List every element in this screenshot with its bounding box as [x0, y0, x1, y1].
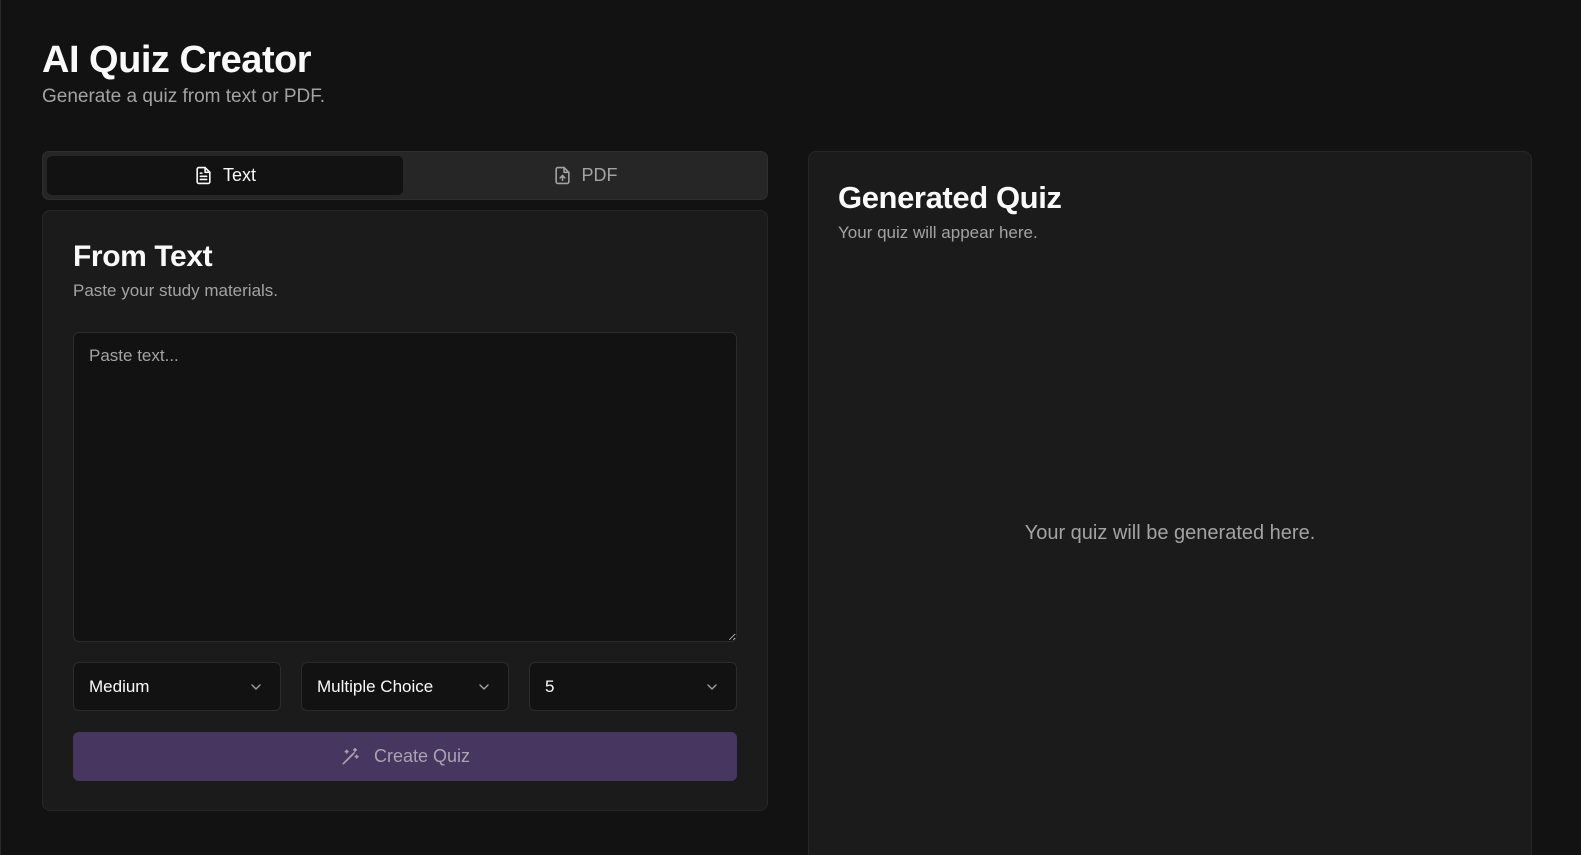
- result-title: Generated Quiz: [838, 180, 1062, 215]
- chevron-down-icon: [251, 683, 261, 690]
- question-count-value: 5: [545, 676, 555, 696]
- generated-quiz-card: Generated Quiz Your quiz will appear her…: [808, 151, 1532, 855]
- result-description: Your quiz will appear here.: [838, 223, 1038, 242]
- magic-wand-icon: [342, 747, 359, 764]
- quiz-options: Medium Multiple Choice 5: [73, 662, 737, 711]
- difficulty-select[interactable]: Medium: [73, 662, 281, 711]
- input-panel: Text PDF From Text Paste your study mate…: [42, 151, 768, 811]
- text-source-card: From Text Paste your study materials. Me…: [42, 210, 768, 811]
- file-upload-icon: [554, 166, 570, 185]
- tab-text-label: Text: [222, 165, 256, 185]
- tab-pdf[interactable]: PDF: [407, 156, 763, 195]
- app-page: AI Quiz Creator Generate a quiz from tex…: [0, 0, 1581, 855]
- tab-pdf-label: PDF: [581, 165, 618, 185]
- create-quiz-button[interactable]: Create Quiz: [73, 732, 737, 781]
- tab-text[interactable]: Text: [47, 156, 403, 195]
- difficulty-value: Medium: [89, 676, 150, 696]
- file-text-icon: [196, 166, 211, 185]
- question-type-select[interactable]: Multiple Choice: [301, 662, 509, 711]
- study-text-input[interactable]: [73, 332, 737, 642]
- page-subtitle: Generate a quiz from text or PDF.: [42, 86, 326, 107]
- question-type-value: Multiple Choice: [317, 676, 434, 696]
- empty-state-message: Your quiz will be generated here.: [1024, 522, 1316, 544]
- page-header: AI Quiz Creator Generate a quiz from tex…: [42, 38, 325, 109]
- chevron-down-icon: [707, 683, 717, 690]
- card-description: Paste your study materials.: [73, 281, 279, 300]
- create-quiz-label: Create Quiz: [373, 746, 471, 766]
- chevron-down-icon: [479, 683, 489, 690]
- source-tabs: Text PDF: [42, 151, 768, 200]
- page-title: AI Quiz Creator: [42, 39, 312, 81]
- card-title: From Text: [73, 240, 213, 273]
- question-count-select[interactable]: 5: [529, 662, 737, 711]
